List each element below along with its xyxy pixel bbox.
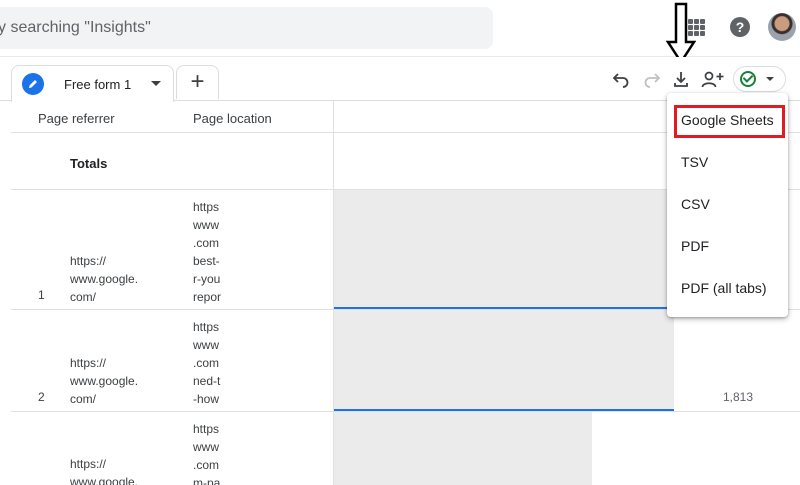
- check-circle-icon: [740, 71, 756, 87]
- totals-label: Totals: [70, 156, 108, 171]
- column-divider: [333, 101, 334, 485]
- column-header-page-location[interactable]: Page location: [193, 111, 272, 126]
- page-location-cell: https www .com ned-t -how: [193, 320, 221, 406]
- help-icon[interactable]: ?: [730, 17, 750, 37]
- tab-free-form-1[interactable]: Free form 1: [11, 65, 174, 102]
- page-referrer-cell: https:// www.google. com/: [70, 254, 139, 304]
- status-dropdown[interactable]: [733, 66, 786, 92]
- highlight-box: [674, 105, 785, 138]
- search-box[interactable]: y searching "Insights": [0, 7, 493, 49]
- table-row[interactable]: 2 https:// www.google. com/ https www .c…: [11, 310, 800, 412]
- table-row[interactable]: https:// www.google. https www .com m-pa: [11, 412, 800, 485]
- page-location-cell: https www .com best- r-you repor: [193, 200, 222, 304]
- row-index: 1: [38, 288, 45, 302]
- annotation-arrow-icon: [666, 2, 696, 64]
- metric-value: 1,813: [723, 390, 754, 404]
- export-pdf-all-tabs[interactable]: PDF (all tabs): [667, 267, 788, 309]
- pencil-icon: [22, 73, 44, 95]
- tab-menu-chevron-down-icon[interactable]: [151, 81, 161, 86]
- export-pdf[interactable]: PDF: [667, 225, 788, 267]
- value-bar: [334, 310, 674, 411]
- tab-label: Free form 1: [64, 76, 132, 92]
- account-avatar[interactable]: [768, 13, 796, 41]
- search-placeholder: y searching "Insights": [0, 19, 151, 36]
- column-header-page-referrer[interactable]: Page referrer: [38, 111, 115, 126]
- value-bar: [334, 190, 674, 309]
- page-location-cell: https www .com m-pa: [193, 422, 221, 485]
- download-icon[interactable]: [669, 68, 693, 90]
- add-tab-button[interactable]: +: [176, 65, 219, 99]
- redo-icon[interactable]: [640, 68, 664, 90]
- chevron-down-icon: [766, 77, 774, 81]
- share-icon[interactable]: [700, 68, 726, 90]
- export-csv[interactable]: CSV: [667, 183, 788, 225]
- page-referrer-cell: https:// www.google.: [70, 457, 139, 485]
- undo-icon[interactable]: [609, 68, 633, 90]
- value-bar: [334, 412, 592, 485]
- export-tsv[interactable]: TSV: [667, 141, 788, 183]
- page-referrer-cell: https:// www.google. com/: [70, 356, 139, 406]
- export-menu: Google Sheets TSV CSV PDF PDF (all tabs): [667, 93, 788, 317]
- row-index: 2: [38, 390, 45, 404]
